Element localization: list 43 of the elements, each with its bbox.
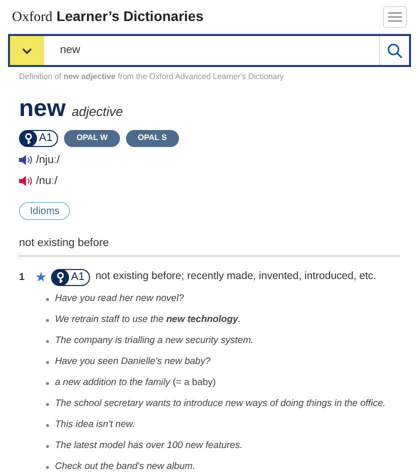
chevron-icon bbox=[22, 48, 32, 54]
example-sentence: The company is trialling a new security system. bbox=[55, 334, 254, 348]
key-icon bbox=[52, 268, 69, 286]
bullet-icon bbox=[46, 424, 49, 426]
example-sentence: Have you read her new novel? bbox=[55, 292, 184, 306]
dropdown-button[interactable] bbox=[10, 36, 44, 65]
example-sentence: The latest model has over 100 new features. bbox=[55, 438, 242, 453]
search-icon bbox=[386, 42, 402, 58]
bullet-icon bbox=[46, 382, 49, 384]
idioms-button[interactable]: Idioms bbox=[19, 202, 70, 220]
logo-text: Oxford bbox=[12, 9, 52, 27]
sense-number: 1 bbox=[19, 270, 26, 284]
example-sentence: Have you seen Danielle's new baby? bbox=[55, 354, 210, 369]
level-badge: A1 bbox=[19, 130, 58, 146]
definition: not existing before; recently made, invented, introduced, etc. bbox=[95, 269, 376, 284]
search-bar[interactable]: new bbox=[8, 34, 411, 67]
menu-icon bbox=[388, 12, 402, 22]
opal-label: OPAL S bbox=[126, 130, 179, 146]
speaker-icon[interactable] bbox=[19, 154, 33, 166]
example-sentence: We retrain staff to use the new technology. bbox=[55, 312, 241, 327]
bullet-icon bbox=[46, 318, 49, 322]
bullet-icon bbox=[46, 340, 49, 342]
key-icon bbox=[20, 130, 37, 146]
bullet-icon bbox=[46, 402, 49, 406]
example-sentence: This idea isn't new. bbox=[55, 418, 135, 432]
example-sentence: Check out the band's new album. bbox=[55, 460, 196, 474]
example-sentence: a new addition to the family (= a baby) bbox=[55, 376, 216, 390]
pronunciation: /nuː/ bbox=[36, 174, 58, 189]
bullet-icon bbox=[46, 444, 49, 448]
level-badge: A1 bbox=[51, 268, 90, 286]
shortcut-heading: not existing before bbox=[19, 236, 109, 248]
bullet-icon bbox=[46, 298, 49, 300]
headword: new bbox=[19, 97, 66, 121]
bullet-icon bbox=[46, 360, 49, 364]
speaker-icon[interactable] bbox=[19, 175, 33, 188]
menu-button[interactable] bbox=[383, 6, 407, 28]
opal-label: OPAL W bbox=[64, 130, 120, 146]
part-of-speech: adjective bbox=[72, 103, 123, 121]
logo-text: Learner’s Dictionaries bbox=[56, 7, 204, 26]
source-note: Definition of new adjective from the Oxford Advanced Learner's Dictionary bbox=[18, 71, 285, 83]
example-sentence: The school secretary wants to introduce new ways of doing things in the office. bbox=[55, 396, 386, 411]
pronunciation: /njuː/ bbox=[36, 152, 60, 168]
bullet-icon bbox=[46, 466, 49, 468]
